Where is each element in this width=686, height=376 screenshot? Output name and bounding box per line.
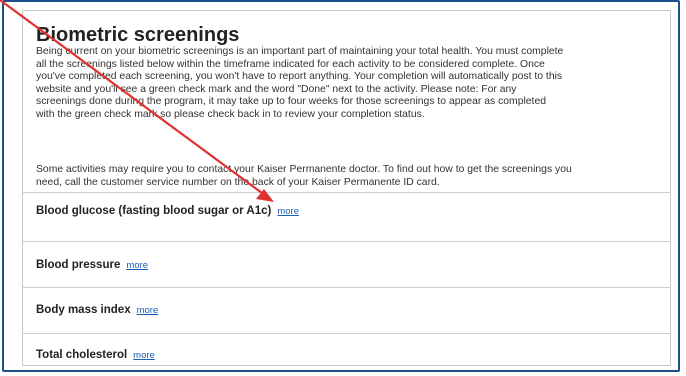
screening-label: Blood glucose (fasting blood sugar or A1…	[36, 205, 299, 217]
screening-label: Blood pressure more	[36, 259, 148, 271]
more-link-blood-pressure[interactable]: more	[126, 260, 148, 271]
section-title: Biometric screenings	[36, 24, 240, 46]
more-link-blood-glucose[interactable]: more	[277, 206, 299, 217]
screening-row-blood-pressure: Blood pressure more	[23, 241, 670, 287]
screening-label: Body mass index more	[36, 304, 158, 316]
more-link-body-mass-index[interactable]: more	[137, 305, 159, 316]
screenshot-frame: Biometric screenings Being current on yo…	[2, 0, 680, 372]
screening-row-body-mass-index: Body mass index more	[23, 287, 670, 333]
intro-paragraph: Being current on your biometric screenin…	[36, 46, 564, 120]
screening-row-blood-glucose: Blood glucose (fasting blood sugar or A1…	[23, 192, 670, 241]
screening-label-text: Blood pressure	[36, 259, 121, 271]
contact-paragraph: Some activities may require you to conta…	[36, 164, 572, 188]
screening-label-text: Body mass index	[36, 304, 131, 316]
screening-label: Total cholesterol more	[36, 349, 155, 361]
screening-row-total-cholesterol: Total cholesterol more	[23, 333, 670, 366]
more-link-total-cholesterol[interactable]: more	[133, 350, 155, 361]
screening-label-text: Blood glucose (fasting blood sugar or A1…	[36, 205, 272, 217]
biometric-screenings-card: Biometric screenings Being current on yo…	[22, 10, 671, 366]
screening-label-text: Total cholesterol	[36, 349, 128, 361]
